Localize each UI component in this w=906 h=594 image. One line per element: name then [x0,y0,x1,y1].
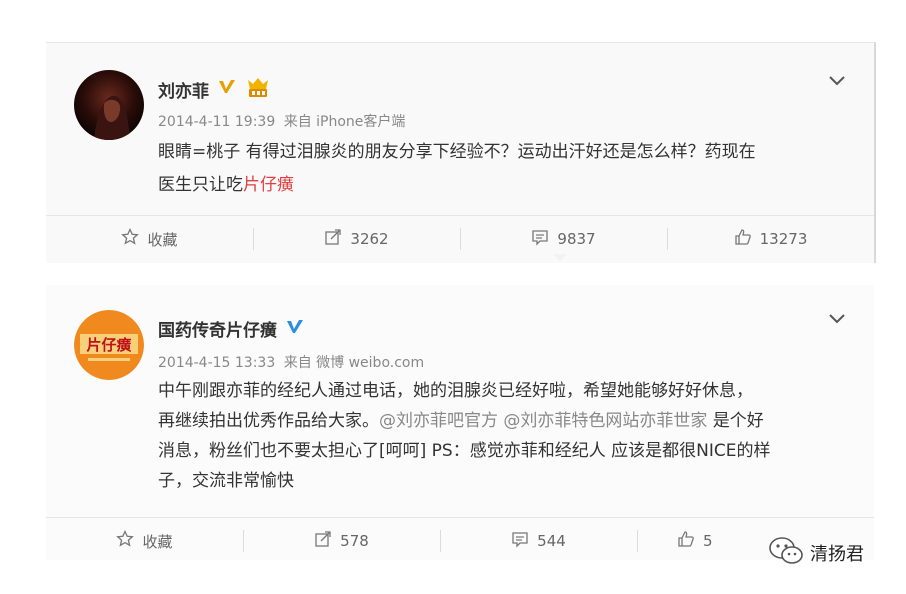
post-text-line: 消息，粉丝们也不要太担心了[呵呵] PS：感觉亦菲和经纪人 应该是都很NICE的… [158,441,771,461]
post-source: 来自 iPhone客户端 [283,114,406,130]
post-text-line: 再继续拍出优秀作品给大家。@刘亦菲吧官方 @刘亦菲特色网站亦菲世家 是个好 [158,406,848,436]
post-text-line: 子，交流非常愉快 [158,471,294,491]
comment-button[interactable]: 544 [440,518,637,564]
avatar-pianzaihuang[interactable]: 片仔癀 [74,310,144,380]
post-text: 中午刚跟亦菲的经纪人通过电话，她的泪腺炎已经好啦，希望她能够好好休息， 再继续拍… [158,376,848,496]
verified-blue-icon [285,318,305,340]
star-icon [121,227,140,250]
watermark: 清扬君 [768,536,864,570]
favorite-label: 收藏 [147,230,178,249]
repost-count: 578 [340,532,369,550]
post-meta: 2014-4-11 19:39 来自 iPhone客户端 [158,111,409,131]
avatar-logo-text: 片仔癀 [86,336,131,354]
post-text-segment: 是个好 [707,411,764,431]
author-name[interactable]: 刘亦菲 [158,77,209,102]
post-text-segment: 再继续拍出优秀作品给大家。 [158,411,379,431]
favorite-button[interactable]: 收藏 [46,518,243,564]
chevron-down-icon[interactable] [826,69,848,91]
chevron-down-icon[interactable] [826,307,848,329]
wechat-logo-icon [768,536,804,570]
comment-icon [531,228,549,250]
vip-badge-icon [245,76,271,102]
like-button[interactable]: 13273 [667,216,874,262]
comment-icon [511,530,529,552]
like-count: 13273 [759,230,808,248]
mention-link[interactable]: @刘亦菲吧官方 [379,411,498,431]
comment-count: 9837 [557,230,596,248]
watermark-text: 清扬君 [810,544,864,565]
highlight-keyword[interactable]: 片仔癀 [243,175,294,195]
star-icon [116,529,135,552]
post-source: 来自 微博 weibo.com [283,355,425,371]
post-meta: 2014-4-15 13:33 来自 微博 weibo.com [158,352,428,372]
like-count: 5 [703,532,713,550]
weibo-post-2: 片仔癀 国药传奇片仔癀 2014-4-15 13:33 来自 微博 weibo.… [46,285,874,560]
post-text-segment: 医生只让吃 [158,175,243,195]
post-text-line: 医生只让吃片仔癀 [158,169,848,202]
repost-icon [314,530,332,552]
repost-count: 3262 [350,230,389,248]
weibo-post-1: 刘亦菲 2014-4-11 19:39 来自 iPhone客户端 眼睛=桃子 有… [46,42,876,263]
thumbs-up-icon [734,228,752,250]
action-bar: 收藏 3262 9837 13273 [46,215,874,262]
repost-button[interactable]: 578 [243,518,440,564]
repost-button[interactable]: 3262 [253,216,460,262]
verified-gold-icon [217,78,237,100]
post-text-line: 中午刚跟亦菲的经纪人通过电话，她的泪腺炎已经好啦，希望她能够好好休息， [158,381,753,401]
action-bar: 收藏 578 544 5 [46,517,874,564]
comment-pointer [553,254,567,261]
post-text-line: 眼睛=桃子 有得过泪腺炎的朋友分享下经验不？运动出汗好还是怎么样？药现在 [158,142,756,162]
post-timestamp[interactable]: 2014-4-15 13:33 [158,355,275,371]
avatar-liuyifei[interactable] [74,70,144,140]
favorite-label: 收藏 [142,532,173,551]
post-timestamp[interactable]: 2014-4-11 19:39 [158,114,275,130]
thumbs-up-icon [677,530,695,552]
post-text: 眼睛=桃子 有得过泪腺炎的朋友分享下经验不？运动出汗好还是怎么样？药现在 医生只… [158,136,848,202]
repost-icon [324,228,342,250]
author-name[interactable]: 国药传奇片仔癀 [158,316,277,341]
comment-count: 544 [537,532,566,550]
favorite-button[interactable]: 收藏 [46,216,253,262]
mention-link[interactable]: @刘亦菲特色网站亦菲世家 [503,411,707,431]
